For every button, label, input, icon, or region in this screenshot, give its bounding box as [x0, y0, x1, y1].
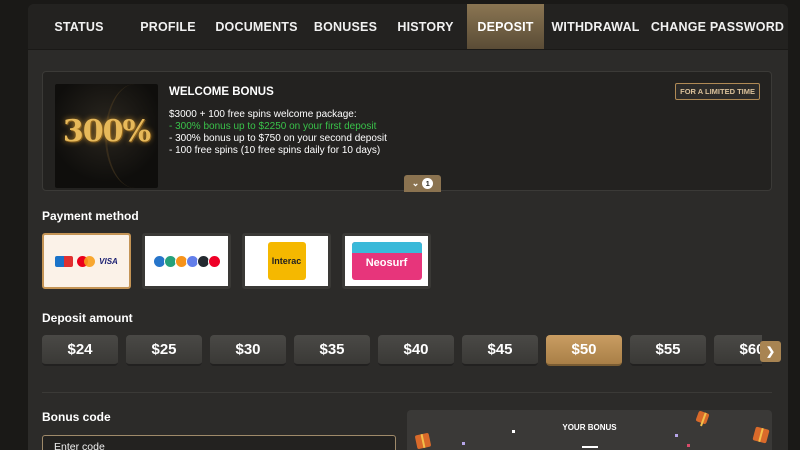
- amount-option[interactable]: $30: [210, 335, 286, 366]
- deposit-amount-label: Deposit amount: [42, 311, 133, 325]
- account-tabs: STATUS PROFILE DOCUMENTS BONUSES HISTORY DEPO…: [28, 4, 788, 50]
- bonus-code-input[interactable]: [42, 435, 396, 450]
- chevron-right-icon[interactable]: ❯: [760, 341, 781, 362]
- bonus-line: $3000 + 100 free spins welcome package:: [169, 109, 357, 120]
- amount-option[interactable]: $40: [378, 335, 454, 366]
- payment-method-cards[interactable]: VISA: [42, 233, 131, 289]
- bonus-image-text: 300%: [62, 114, 151, 149]
- gift-icon: [752, 426, 770, 444]
- mastercard-icon: [77, 255, 96, 267]
- payment-method-crypto[interactable]: [142, 233, 231, 289]
- tab-profile[interactable]: PROFILE: [130, 4, 206, 49]
- payment-method-neosurf[interactable]: Neosurf: [342, 233, 431, 289]
- amount-option[interactable]: $55: [630, 335, 706, 366]
- chevron-down-icon: ⌄: [411, 178, 420, 188]
- confetti: [687, 444, 690, 447]
- welcome-bonus-card: 300% WELCOME BONUS $3000 + 100 free spin…: [42, 71, 772, 192]
- expand-bonus-button[interactable]: ⌄ 1: [404, 175, 441, 192]
- bonus-line: - 300% bonus up to $2250 on your first d…: [169, 121, 377, 132]
- divider: [42, 392, 772, 393]
- amount-option[interactable]: $25: [126, 335, 202, 366]
- tab-withdrawal[interactable]: WITHDRAWAL: [544, 4, 647, 49]
- tab-documents[interactable]: DOCUMENTS: [206, 4, 307, 49]
- interac-icon: Interac: [267, 242, 306, 280]
- neosurf-icon: Neosurf: [351, 242, 422, 280]
- deposit-amount-options: $24 $25 $30 $35 $40 $45 $50 $55 $60: [42, 335, 762, 367]
- tab-history[interactable]: HISTORY: [384, 4, 467, 49]
- account-panel: STATUS PROFILE DOCUMENTS BONUSES HISTORY DEPO…: [28, 4, 788, 450]
- payment-method-label: Payment method: [42, 209, 139, 223]
- tab-change-password[interactable]: CHANGE PASSWORD: [647, 4, 788, 49]
- bonus-title: WELCOME BONUS: [169, 86, 274, 98]
- tab-status[interactable]: STATUS: [28, 4, 130, 49]
- your-bonus-panel: YOUR BONUS: [407, 410, 772, 450]
- bonus-line: - 300% bonus up to $750 on your second d…: [169, 133, 387, 144]
- your-bonus-value: [582, 446, 598, 448]
- limited-time-badge: FOR A LIMITED TIME: [675, 83, 760, 100]
- amount-option[interactable]: $50: [546, 335, 622, 366]
- confetti: [512, 430, 515, 433]
- maestro-icon: [55, 255, 74, 267]
- amount-option[interactable]: $35: [294, 335, 370, 366]
- bonus-image: 300%: [55, 84, 158, 188]
- bonus-count-badge: 1: [422, 178, 434, 189]
- amount-option[interactable]: $24: [42, 335, 118, 366]
- visa-icon: VISA: [99, 256, 118, 266]
- amount-option[interactable]: $60: [714, 335, 762, 366]
- bonus-line: - 100 free spins (10 free spins daily fo…: [169, 145, 381, 156]
- bonus-code-label: Bonus code: [42, 410, 111, 424]
- tab-deposit[interactable]: DEPOSIT: [467, 4, 544, 49]
- tron-icon: [207, 254, 221, 268]
- tab-bonuses[interactable]: BONUSES: [307, 4, 384, 49]
- confetti: [675, 434, 678, 437]
- amount-option[interactable]: $45: [462, 335, 538, 366]
- payment-method-interac[interactable]: Interac: [242, 233, 331, 289]
- gift-icon: [414, 432, 432, 450]
- bonus-description: $3000 + 100 free spins welcome package: -…: [169, 109, 387, 157]
- your-bonus-label: YOUR BONUS: [562, 423, 617, 432]
- confetti: [462, 442, 465, 445]
- payment-methods: VISA Interac Neosurf: [42, 233, 431, 289]
